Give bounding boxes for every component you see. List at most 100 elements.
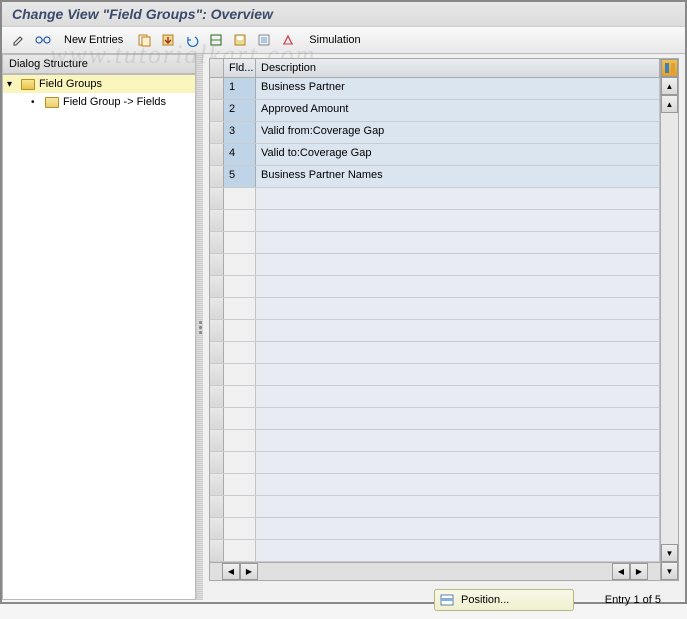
row-selector-handle[interactable] (210, 408, 224, 429)
cell-fld[interactable] (224, 298, 256, 319)
row-selector-handle[interactable] (210, 320, 224, 341)
cell-fld[interactable] (224, 232, 256, 253)
vscroll-down2-icon[interactable]: ▼ (661, 562, 678, 580)
vscroll-up2-icon[interactable]: ▲ (661, 95, 678, 113)
config-columns-icon[interactable] (661, 59, 678, 77)
column-header-description[interactable]: Description (256, 59, 660, 77)
row-selector-handle[interactable] (210, 518, 224, 539)
row-selector-handle[interactable] (210, 144, 224, 165)
cell-fld[interactable] (224, 496, 256, 517)
cell-description[interactable] (256, 320, 660, 341)
table-row-empty[interactable] (210, 496, 660, 518)
table-row[interactable]: 1Business Partner (210, 78, 660, 100)
cell-description[interactable] (256, 452, 660, 473)
cell-description[interactable] (256, 232, 660, 253)
undo-icon[interactable] (183, 31, 201, 49)
row-selector-handle[interactable] (210, 122, 224, 143)
table-row-empty[interactable] (210, 518, 660, 540)
cell-fld[interactable] (224, 452, 256, 473)
cell-fld[interactable]: 5 (224, 166, 256, 187)
table-row-empty[interactable] (210, 320, 660, 342)
row-selector-handle[interactable] (210, 166, 224, 187)
cell-fld[interactable] (224, 188, 256, 209)
cell-description[interactable] (256, 408, 660, 429)
new-entries-button[interactable]: New Entries (58, 32, 129, 48)
cell-fld[interactable]: 1 (224, 78, 256, 99)
hscroll-right2-icon[interactable]: ▶ (630, 563, 648, 580)
row-selector-handle[interactable] (210, 100, 224, 121)
cell-fld[interactable] (224, 430, 256, 451)
table-row-empty[interactable] (210, 364, 660, 386)
cell-description[interactable] (256, 342, 660, 363)
cell-fld[interactable]: 3 (224, 122, 256, 143)
cell-fld[interactable] (224, 254, 256, 275)
cell-description[interactable]: Approved Amount (256, 100, 660, 121)
row-selector-handle[interactable] (210, 276, 224, 297)
table-row-empty[interactable] (210, 386, 660, 408)
cell-description[interactable] (256, 386, 660, 407)
cell-description[interactable] (256, 474, 660, 495)
cell-fld[interactable] (224, 342, 256, 363)
row-selector-handle[interactable] (210, 430, 224, 451)
table-row-empty[interactable] (210, 276, 660, 298)
table-row-empty[interactable] (210, 540, 660, 562)
cell-description[interactable]: Valid from:Coverage Gap (256, 122, 660, 143)
save2-icon[interactable] (231, 31, 249, 49)
table-row-empty[interactable] (210, 452, 660, 474)
cell-description[interactable]: Valid to:Coverage Gap (256, 144, 660, 165)
cell-description[interactable] (256, 430, 660, 451)
cell-description[interactable] (256, 188, 660, 209)
cell-fld[interactable] (224, 518, 256, 539)
table-row[interactable]: 2Approved Amount (210, 100, 660, 122)
table-row-empty[interactable] (210, 232, 660, 254)
table-row[interactable]: 4Valid to:Coverage Gap (210, 144, 660, 166)
row-selector-handle[interactable] (210, 474, 224, 495)
hscroll-left-icon[interactable]: ◀ (222, 563, 240, 580)
cell-description[interactable] (256, 210, 660, 231)
cell-description[interactable]: Business Partner Names (256, 166, 660, 187)
row-selector-handle[interactable] (210, 386, 224, 407)
cell-description[interactable] (256, 518, 660, 539)
row-selector-handle[interactable] (210, 342, 224, 363)
hscroll-right-icon[interactable]: ▶ (240, 563, 258, 580)
vscroll-down-icon[interactable]: ▼ (661, 544, 678, 562)
hscroll-left2-icon[interactable]: ◀ (612, 563, 630, 580)
select-all-icon[interactable] (255, 31, 273, 49)
tree-expand-icon[interactable]: ▾ (7, 79, 17, 90)
simulation-button[interactable]: Simulation (303, 32, 366, 48)
table-row[interactable]: 3Valid from:Coverage Gap (210, 122, 660, 144)
cell-description[interactable] (256, 276, 660, 297)
table-row-empty[interactable] (210, 408, 660, 430)
change-icon[interactable] (10, 31, 28, 49)
table-row-empty[interactable] (210, 342, 660, 364)
table-row-empty[interactable] (210, 430, 660, 452)
row-selector-handle[interactable] (210, 452, 224, 473)
cell-fld[interactable]: 2 (224, 100, 256, 121)
row-selector-handle[interactable] (210, 78, 224, 99)
table-row-empty[interactable] (210, 474, 660, 496)
column-header-fld[interactable]: Fld... (224, 59, 256, 77)
vscroll-up-icon[interactable]: ▲ (661, 77, 678, 95)
table-row[interactable]: 5Business Partner Names (210, 166, 660, 188)
table-row-empty[interactable] (210, 298, 660, 320)
cell-description[interactable] (256, 540, 660, 561)
cell-fld[interactable] (224, 408, 256, 429)
table-corner[interactable] (210, 59, 224, 77)
cell-fld[interactable] (224, 386, 256, 407)
row-selector-handle[interactable] (210, 496, 224, 517)
cell-fld[interactable] (224, 276, 256, 297)
row-selector-handle[interactable] (210, 364, 224, 385)
cell-description[interactable] (256, 254, 660, 275)
row-selector-handle[interactable] (210, 254, 224, 275)
row-selector-handle[interactable] (210, 210, 224, 231)
row-selector-handle[interactable] (210, 298, 224, 319)
cell-fld[interactable] (224, 474, 256, 495)
row-selector-handle[interactable] (210, 540, 224, 561)
cell-fld[interactable] (224, 210, 256, 231)
cell-fld[interactable]: 4 (224, 144, 256, 165)
cell-fld[interactable] (224, 540, 256, 561)
test-icon[interactable] (279, 31, 297, 49)
tree-item-field-groups[interactable]: ▾ Field Groups (3, 75, 195, 93)
glasses-icon[interactable] (34, 31, 52, 49)
cell-description[interactable] (256, 496, 660, 517)
